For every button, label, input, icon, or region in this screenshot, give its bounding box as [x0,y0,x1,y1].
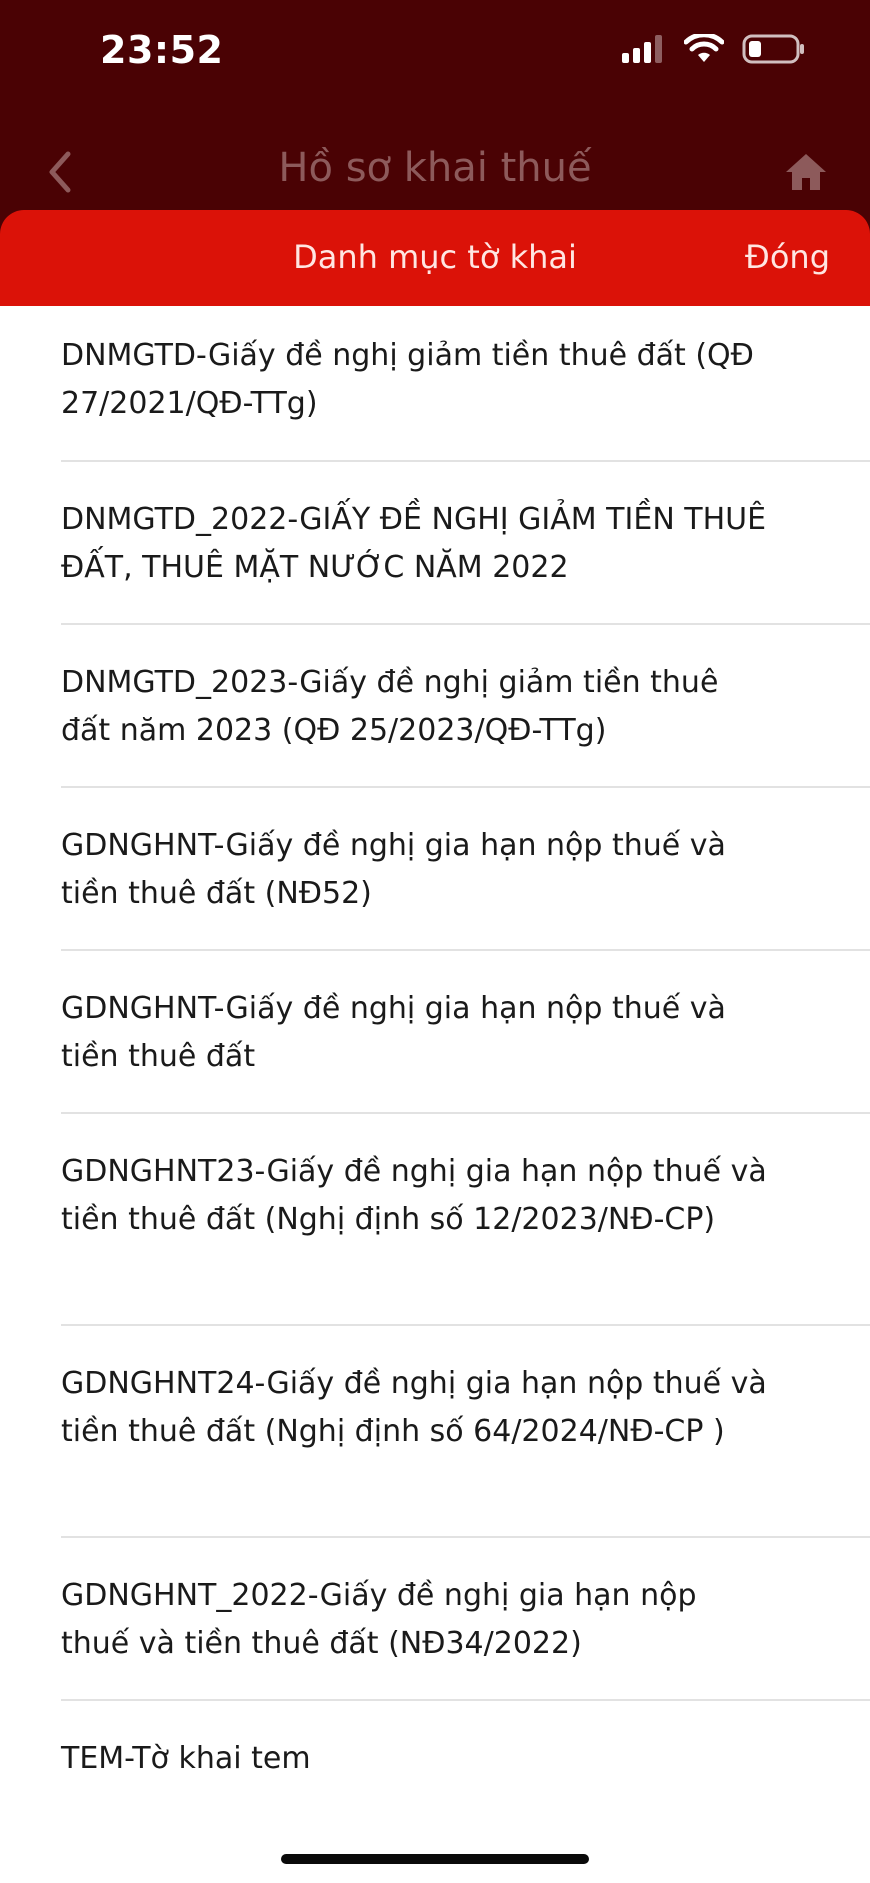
list-item-label: DNMGTD-Giấy đề nghị giảm tiền thuê đất (… [61,338,754,421]
declaration-list: DNMGTD-Giấy đề nghị giảm tiền thuê đất (… [0,306,870,1821]
list-item[interactable]: DNMGTD_2023-Giấy đề nghị giảm tiền thuê … [0,625,870,788]
list-item[interactable]: DNMGTD_2022-GIẤY ĐỀ NGHỊ GIẢM TIỀN THUÊ … [0,462,870,625]
status-icons [622,34,806,64]
list-item-label: GDNGHNT-Giấy đề nghị gia hạn nộp thuế và… [61,991,726,1074]
battery-icon [742,34,804,64]
list-item-label: GDNGHNT23-Giấy đề nghị gia hạn nộp thuế … [61,1154,767,1237]
close-button[interactable]: Đóng [745,238,830,276]
list-item[interactable]: GDNGHNT23-Giấy đề nghị gia hạn nộp thuế … [0,1114,870,1326]
sheet-title: Danh mục tờ khai [293,238,577,276]
list-item[interactable]: GDNGHNT-Giấy đề nghị gia hạn nộp thuế và… [0,788,870,951]
list-item-label: GDNGHNT_2022-Giấy đề nghị gia hạn nộp th… [61,1578,697,1661]
page-title: Hồ sơ khai thuế [278,145,592,191]
list-item-label: DNMGTD_2023-Giấy đề nghị giảm tiền thuê … [61,665,719,748]
list-item-label: TEM-Tờ khai tem [61,1741,311,1776]
list-item[interactable]: GDNGHNT-Giấy đề nghị gia hạn nộp thuế và… [0,951,870,1114]
wifi-icon [684,34,724,62]
list-item-label: GDNGHNT-Giấy đề nghị gia hạn nộp thuế và… [61,828,726,911]
home-icon [786,154,826,190]
list-item-label: DNMGTD_2022-GIẤY ĐỀ NGHỊ GIẢM TIỀN THUÊ … [61,502,767,585]
list-item[interactable]: TEM-Tờ khai tem [0,1701,870,1821]
home-indicator [281,1854,589,1864]
home-button[interactable] [784,152,828,192]
list-item[interactable]: GDNGHNT24-Giấy đề nghị gia hạn nộp thuế … [0,1326,870,1538]
status-time: 23:52 [100,28,224,72]
sheet-header: Danh mục tờ khai Đóng [0,210,870,306]
signal-icon [622,35,662,63]
list-item-label: GDNGHNT24-Giấy đề nghị gia hạn nộp thuế … [61,1366,767,1449]
app-screen: 23:52 Hồ sơ khai thuế Danh mục tờ khai Đ… [0,0,870,1883]
list-item[interactable]: DNMGTD-Giấy đề nghị giảm tiền thuê đất (… [0,306,870,462]
list-item[interactable]: GDNGHNT_2022-Giấy đề nghị gia hạn nộp th… [0,1538,870,1701]
